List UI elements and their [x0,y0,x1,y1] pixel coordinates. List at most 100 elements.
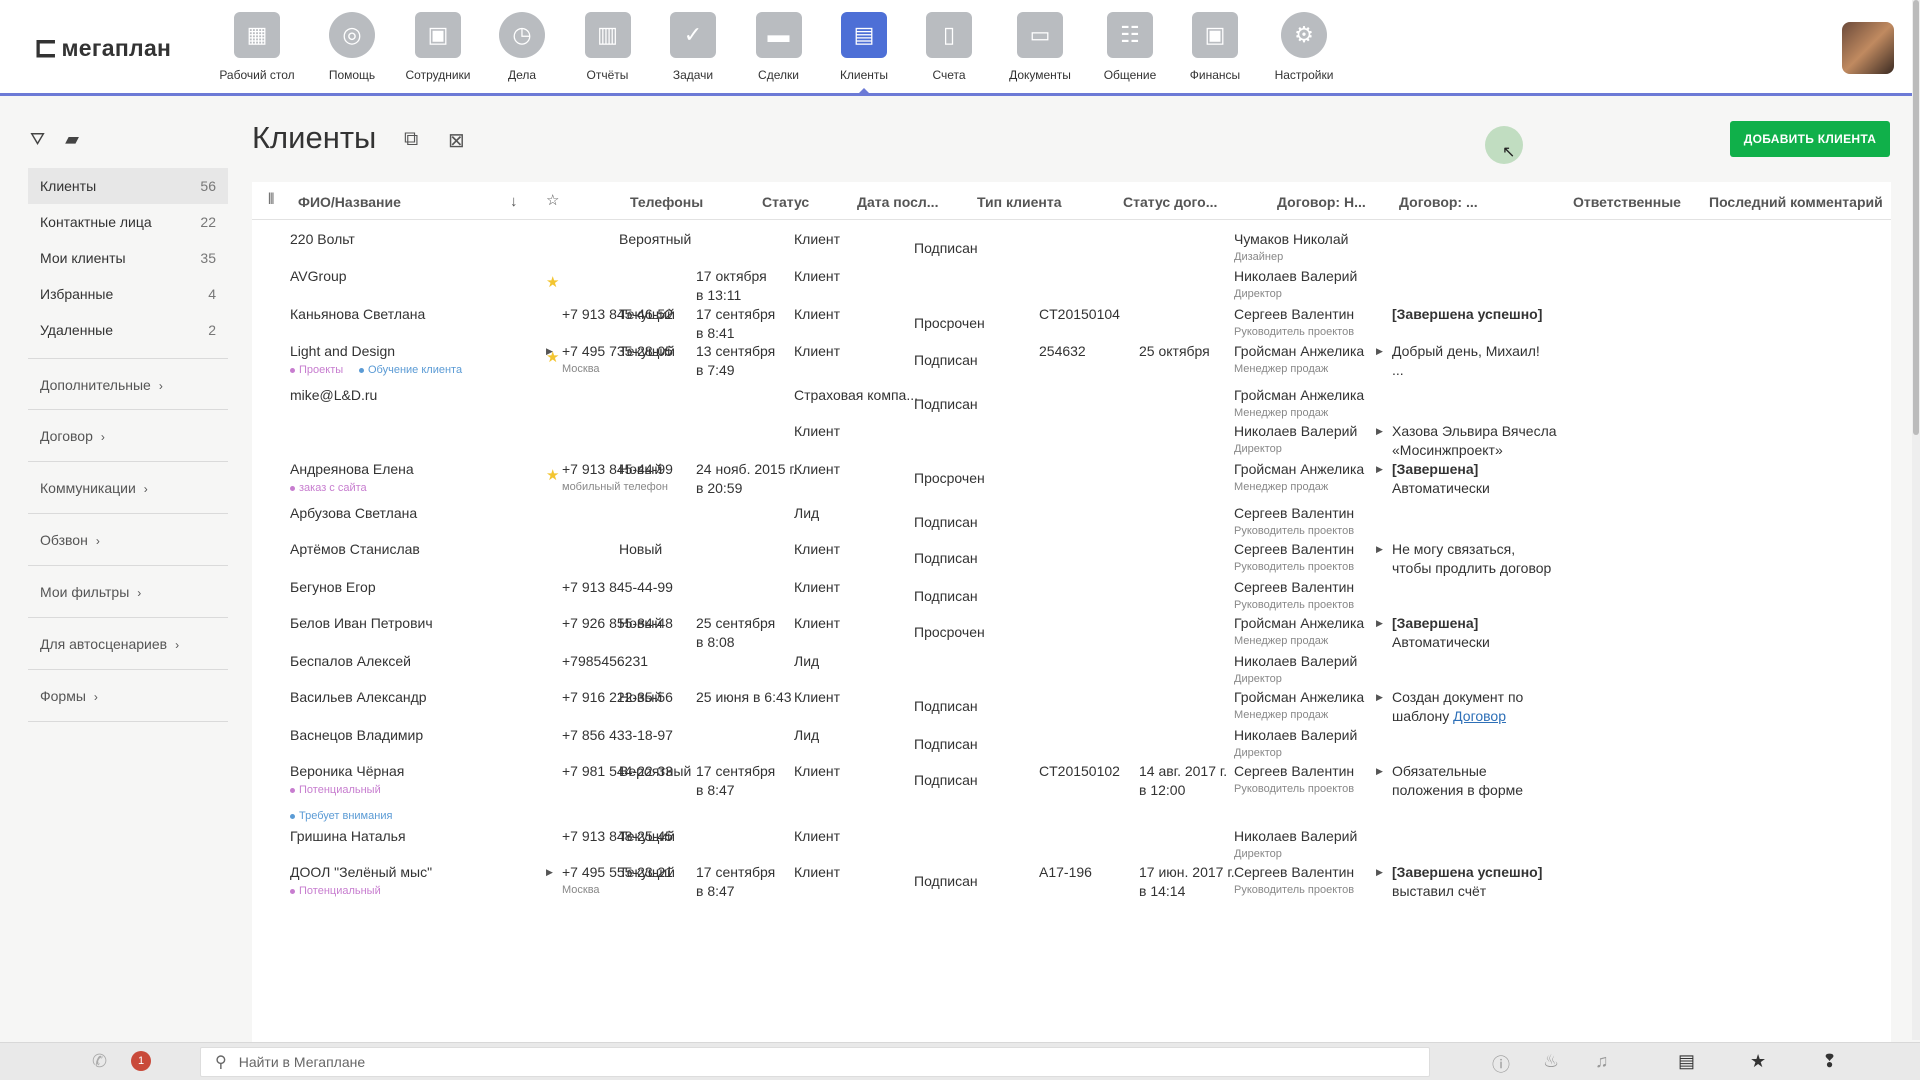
client-name[interactable]: Андреянова Елена [290,460,414,479]
responsible-name[interactable]: Николаев Валерий [1234,726,1357,745]
responsible-name[interactable]: Сергеев Валентин [1234,762,1354,781]
client-name[interactable]: ДООЛ "Зелёный мыс" [290,863,432,882]
client-name[interactable]: mike@L&D.ru [290,386,377,405]
expand-comment-icon[interactable]: ▶ [1376,544,1383,555]
table-row[interactable]: mike@L&D.ru Страховая компа... Подписан Гро… [252,386,1891,422]
sidebar-item[interactable]: Избранные 4 [28,276,228,312]
nav-item-invoice[interactable]: ▯ Счета [906,12,992,82]
sidebar-group[interactable]: Договор › [28,410,228,462]
nav-item-clock[interactable]: ◷ Дела [480,12,564,82]
feedback-icon[interactable]: ❢ [1822,1051,1837,1072]
folder-add-icon[interactable]: ▰ [65,129,79,150]
expand-comment-icon[interactable]: ▶ [1376,464,1383,475]
table-row[interactable]: Андреянова Елена заказ с сайта ★ +7 913 845… [252,460,1891,496]
bell-icon[interactable]: ♫ [1595,1051,1609,1072]
nav-item-safe[interactable]: ▣ Финансы [1172,12,1258,82]
sidebar-group[interactable]: Коммуникации › [28,462,228,514]
nav-item-clients[interactable]: ▤ Клиенты [822,12,906,94]
nav-item-briefcase[interactable]: ▬ Сделки [735,12,822,82]
responsible-name[interactable]: Гройсман Анжелика [1234,614,1364,633]
nav-item-reports[interactable]: ▥ Отчёты [564,12,651,82]
page-scrollbar-thumb[interactable] [1913,0,1919,435]
table-row[interactable]: Арбузова Светлана Лид Подписан Сергеев Вале… [252,504,1891,540]
sidebar-group[interactable]: Дополнительные › [28,358,228,410]
col-contract-status[interactable]: Статус дого... [1123,194,1217,210]
sidebar-group[interactable]: Формы › [28,670,228,722]
expand-comment-icon[interactable]: ▶ [1376,867,1383,878]
client-name[interactable]: Вероника Чёрная [290,762,404,781]
col-client-type[interactable]: Тип клиента [977,194,1062,210]
client-tag[interactable]: Проекты [290,362,343,378]
fire-icon[interactable]: ♨ [1543,1051,1559,1072]
client-name[interactable]: Каньянова Светлана [290,305,425,324]
client-name[interactable]: Арбузова Светлана [290,504,417,523]
table-row[interactable]: Васильев Александр +7 916 222-35-56 Новый 2… [252,688,1891,724]
favorites-star-icon[interactable]: ★ [1750,1051,1766,1072]
col-last-comment[interactable]: Последний комментарий [1709,194,1883,210]
nav-item-folder[interactable]: ▭ Документы [992,12,1088,82]
responsible-name[interactable]: Сергеев Валентин [1234,504,1354,523]
client-tag[interactable]: Потенциальный [290,782,381,798]
table-row[interactable]: Гришина Наталья +7 913 848-25-45 Текущий Кл… [252,827,1891,863]
expand-comment-icon[interactable]: ▶ [1376,766,1383,777]
sidebar-item[interactable]: Клиенты 56 [28,168,228,204]
copy-icon[interactable]: ⧉ [404,128,418,151]
client-tag[interactable]: заказ с сайта [290,480,367,496]
client-name[interactable]: Васильев Александр [290,688,427,707]
table-row[interactable]: Клиент Николаев Валерий Директор ▶ Хазова Эл… [252,422,1891,458]
expand-comment-icon[interactable]: ▶ [1376,346,1383,357]
client-tag[interactable]: Обучение клиента [359,362,462,378]
notification-badge[interactable]: 1 [131,1051,151,1071]
responsible-name[interactable]: Сергеев Валентин [1234,305,1354,324]
columns-settings-icon[interactable]: ⫴ [268,191,274,208]
table-row[interactable]: Бегунов Егор +7 913 845-44-99 Клиент Подпис… [252,578,1891,614]
client-name[interactable]: Васнецов Владимир [290,726,423,745]
phone-icon[interactable]: ✆ [92,1051,107,1072]
client-name[interactable]: Гришина Наталья [290,827,406,846]
col-status[interactable]: Статус [762,194,809,210]
client-name[interactable]: 220 Вольт [290,230,355,249]
expand-comment-icon[interactable]: ▶ [1376,426,1383,437]
client-tag[interactable]: Потенциальный [290,883,381,899]
expand-comment-icon[interactable]: ▶ [1376,618,1383,629]
alert-circle-icon[interactable]: ⓘ [1492,1051,1510,1077]
col-last-date[interactable]: Дата посл... [857,194,938,210]
nav-item-chat[interactable]: ☷ Общение [1088,12,1172,82]
sidebar-item[interactable]: Контактные лица 22 [28,204,228,240]
favorite-star-icon[interactable]: ★ [546,466,559,484]
col-responsible[interactable]: Ответственные [1573,194,1681,210]
responsible-name[interactable]: Гройсман Анжелика [1234,460,1364,479]
excel-export-icon[interactable]: ⊠ [448,128,465,153]
nav-item-employees[interactable]: ▣ Сотрудники [396,12,480,82]
table-row[interactable]: 220 Вольт Вероятный Клиент Подписан Чумаков … [252,230,1891,266]
responsible-name[interactable]: Сергеев Валентин [1234,863,1354,882]
responsible-name[interactable]: Николаев Валерий [1234,267,1357,286]
responsible-name[interactable]: Николаев Валерий [1234,652,1357,671]
responsible-name[interactable]: Гройсман Анжелика [1234,342,1364,361]
col-phones[interactable]: Телефоны [630,194,703,210]
global-search-input[interactable] [238,1054,1339,1070]
responsible-name[interactable]: Николаев Валерий [1234,422,1357,441]
table-row[interactable]: Беспалов Алексей +7985456231 Лид Николаев В… [252,652,1891,688]
table-row[interactable]: Белов Иван Петрович +7 926 855-84-48 Новый… [252,614,1891,650]
add-client-button[interactable]: ДОБАВИТЬ КЛИЕНТА [1730,121,1890,157]
responsible-name[interactable]: Гройсман Анжелика [1234,688,1364,707]
favorite-column-star-icon[interactable]: ☆ [546,191,559,209]
client-tag[interactable]: Требует внимания [290,808,392,824]
table-row[interactable]: Каньянова Светлана +7 913 845-46-52 Текущи… [252,305,1891,341]
expand-phones-icon[interactable]: ▶ [546,867,553,878]
expand-comment-icon[interactable]: ▶ [1376,692,1383,703]
megaplan-logo[interactable]: ⊏ мегаплан [34,34,171,62]
sidebar-group[interactable]: Обзвон › [28,514,228,566]
client-name[interactable]: Беспалов Алексей [290,652,411,671]
filter-add-icon[interactable]: ⛛ [30,129,45,150]
responsible-name[interactable]: Сергеев Валентин [1234,578,1354,597]
favorite-star-icon[interactable]: ★ [546,273,559,291]
client-name[interactable]: Артёмов Станислав [290,540,420,559]
sidebar-group[interactable]: Для автосценариев › [28,618,228,670]
nav-item-desktop[interactable]: ▦ Рабочий стол [206,12,308,82]
nav-item-gear[interactable]: ⚙ Настройки [1258,12,1350,82]
expand-phones-icon[interactable]: ▶ [546,346,553,357]
table-row[interactable]: Васнецов Владимир +7 856 433-18-97 Лид Подп… [252,726,1891,762]
document-link[interactable]: Договор [1453,708,1506,724]
